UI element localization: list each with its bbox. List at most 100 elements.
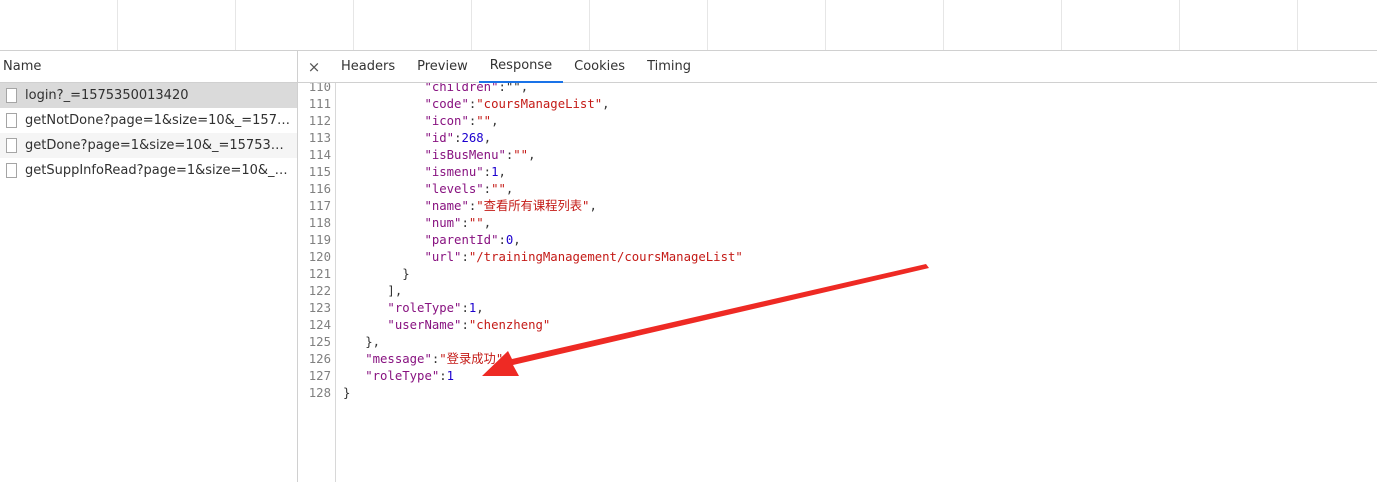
request-row[interactable]: getSuppInfoRead?page=1&size=10&_=... <box>0 158 297 183</box>
timeline-column <box>236 0 354 50</box>
tab-cookies[interactable]: Cookies <box>563 51 636 83</box>
timeline-column <box>472 0 590 50</box>
line-number: 120 <box>308 250 331 264</box>
json-punctuation: }, <box>365 335 381 349</box>
response-body[interactable]: 110 111 112 113 114 115 116 117 118 119 120 121 122 1… <box>298 83 1377 482</box>
line-number: 124 <box>308 318 331 332</box>
code-line: "isBusMenu":"", <box>343 147 536 164</box>
line-number-gutter: 110 111 112 113 114 115 116 117 118 119 120 121 122 1… <box>298 83 336 482</box>
json-number: 268 <box>461 131 484 145</box>
json-string: "/trainingManagement/coursManageList" <box>468 250 743 264</box>
json-punctuation: , <box>513 233 521 247</box>
json-string: "" <box>491 182 506 196</box>
detail-tab-bar: × Headers Preview Response Cookies Timing <box>298 51 1377 83</box>
json-key: "icon" <box>424 114 469 128</box>
code-line: "parentId":0, <box>343 232 521 249</box>
json-punctuation: :"", <box>498 83 529 94</box>
timeline-column <box>944 0 1062 50</box>
json-punctuation: ], <box>387 284 403 298</box>
request-name: login?_=1575350013420 <box>25 88 189 103</box>
line-number: 116 <box>308 182 331 196</box>
json-punctuation: : <box>461 250 469 264</box>
name-column-label: Name <box>3 59 42 74</box>
json-punctuation: , <box>483 131 492 145</box>
request-row[interactable]: login?_=1575350013420 <box>0 83 297 108</box>
request-name: getNotDone?page=1&size=10&_=1575... <box>25 113 290 128</box>
network-timeline-overview[interactable] <box>0 0 1377 51</box>
document-icon <box>6 138 17 153</box>
json-punctuation: : <box>483 182 492 196</box>
line-number: 126 <box>308 352 331 366</box>
json-punctuation: : <box>483 165 492 179</box>
tab-timing[interactable]: Timing <box>636 51 702 83</box>
json-punctuation: , <box>528 148 536 162</box>
json-punctuation: : <box>461 318 469 332</box>
code-line: "icon":"", <box>343 113 498 130</box>
json-key: "isBusMenu" <box>424 148 506 162</box>
json-punctuation: : <box>498 233 506 247</box>
json-key: "url" <box>424 250 462 264</box>
json-key: "message" <box>365 352 432 366</box>
json-punctuation: : <box>461 301 469 315</box>
line-number: 111 <box>308 97 331 111</box>
json-key: "levels" <box>424 182 484 196</box>
timeline-column <box>708 0 826 50</box>
close-icon[interactable]: × <box>298 58 330 76</box>
json-key: "children" <box>424 83 499 94</box>
code-line: } <box>343 266 410 283</box>
line-number: 118 <box>308 216 331 230</box>
line-number: 122 <box>308 284 331 298</box>
json-punctuation: : <box>461 216 469 230</box>
line-number: 113 <box>308 131 331 145</box>
line-number: 114 <box>308 148 331 162</box>
document-icon <box>6 163 17 178</box>
json-punctuation: } <box>402 267 410 281</box>
json-string: "chenzheng" <box>468 318 551 332</box>
document-icon <box>6 113 17 128</box>
line-number: 128 <box>308 386 331 400</box>
code-line: "num":"", <box>343 215 491 232</box>
line-number: 112 <box>308 114 331 128</box>
timeline-column <box>1180 0 1298 50</box>
json-punctuation: , <box>498 165 506 179</box>
json-key: "userName" <box>387 318 462 332</box>
code-line: "url":"/trainingManagement/coursManageLi… <box>343 249 743 266</box>
timeline-column <box>1062 0 1180 50</box>
name-column-header[interactable]: Name <box>0 51 297 83</box>
json-punctuation: , <box>476 301 484 315</box>
json-key: "name" <box>424 199 469 213</box>
json-string: "" <box>476 114 492 128</box>
line-number: 117 <box>308 199 331 213</box>
json-punctuation: , <box>483 216 492 230</box>
request-row[interactable]: getDone?page=1&size=10&_=1575350... <box>0 133 297 158</box>
code-line: }, <box>343 334 380 351</box>
json-key: "parentId" <box>424 233 499 247</box>
json-key: "ismenu" <box>424 165 484 179</box>
timeline-column <box>354 0 472 50</box>
document-icon <box>6 88 17 103</box>
json-key: "roleType" <box>387 301 462 315</box>
request-detail-pane: × Headers Preview Response Cookies Timing 11… <box>298 51 1377 482</box>
request-list: login?_=1575350013420 getNotDone?page=1&s… <box>0 83 297 183</box>
request-row[interactable]: getNotDone?page=1&size=10&_=1575... <box>0 108 297 133</box>
code-line: } <box>343 385 350 402</box>
request-name: getDone?page=1&size=10&_=1575350... <box>25 138 290 153</box>
line-number: 125 <box>308 335 331 349</box>
code-line: "ismenu":1, <box>343 164 506 181</box>
json-punctuation: , <box>505 182 514 196</box>
code-line: "message":"登录成功", <box>343 351 510 368</box>
json-number: 1 <box>446 369 455 383</box>
tab-response[interactable]: Response <box>478 51 564 83</box>
tab-preview[interactable]: Preview <box>406 51 479 83</box>
json-key: "id" <box>424 131 455 145</box>
line-number: 123 <box>308 301 331 315</box>
tab-headers[interactable]: Headers <box>330 51 406 83</box>
json-punctuation: , <box>491 114 499 128</box>
code-line: "children":"", <box>343 83 528 96</box>
timeline-column <box>0 0 118 50</box>
json-key: "code" <box>424 97 469 111</box>
json-punctuation: : <box>439 369 447 383</box>
json-punctuation: , <box>602 97 610 111</box>
code-line: "name":"查看所有课程列表", <box>343 198 596 215</box>
code-line: "roleType":1, <box>343 300 484 317</box>
